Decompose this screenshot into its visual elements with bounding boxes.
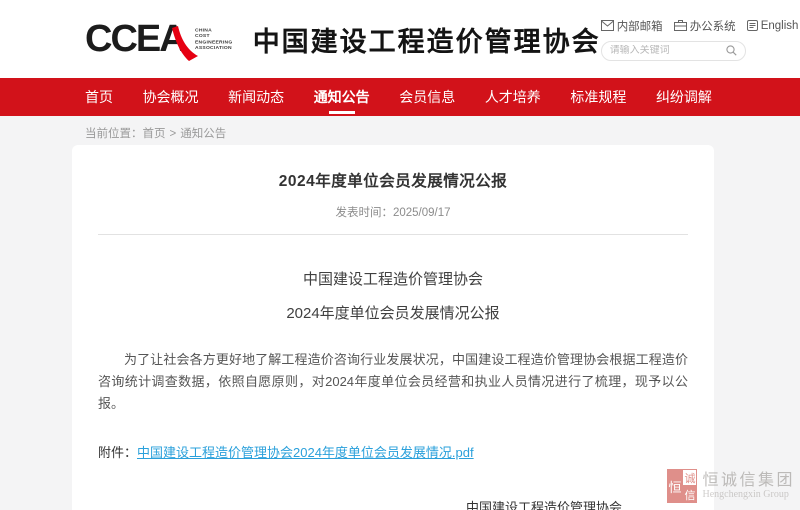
- main-nav: 首页 协会概况 新闻动态 通知公告 会员信息 人才培养 标准规程 纠纷调解: [0, 78, 800, 116]
- watermark-name-en: Hengchengxin Group: [702, 489, 795, 500]
- internal-mail-link[interactable]: 内部邮箱: [601, 18, 663, 34]
- translate-icon: [747, 20, 758, 31]
- ccea-logo-acronym: CCEA: [85, 20, 191, 58]
- search-icon[interactable]: [726, 45, 737, 56]
- nav-item-talent-training[interactable]: 人才培养: [485, 78, 541, 116]
- site-header: CCEA CHINA COST ENGINEERING ASSOCIATION …: [0, 0, 800, 78]
- article-heading-org: 中国建设工程造价管理协会: [98, 268, 688, 289]
- nav-item-standards[interactable]: 标准规程: [570, 78, 626, 116]
- nav-item-association-overview[interactable]: 协会概况: [143, 78, 199, 116]
- seal-char-top-right: 诚: [682, 469, 697, 486]
- watermark-text: 恒诚信集团 Hengchengxin Group: [702, 472, 795, 501]
- nav-item-home[interactable]: 首页: [85, 78, 113, 116]
- article-card: 2024年度单位会员发展情况公报 发表时间：2025/09/17 中国建设工程造…: [72, 145, 714, 510]
- internal-mail-label: 内部邮箱: [617, 18, 663, 34]
- signature-block: 中国建设工程造价管理协会 2025年9月17日: [428, 497, 660, 510]
- publish-time: 发表时间：2025/09/17: [98, 204, 688, 220]
- english-language-label: English: [761, 20, 799, 32]
- search-input[interactable]: [610, 45, 715, 56]
- breadcrumb-separator: >: [170, 128, 177, 140]
- nav-item-notices[interactable]: 通知公告: [314, 78, 370, 116]
- nav-item-member-info[interactable]: 会员信息: [399, 78, 455, 116]
- office-system-label: 办公系统: [690, 18, 736, 34]
- publish-time-label: 发表时间：: [335, 207, 393, 219]
- article-paragraph: 为了让社会各方更好地了解工程造价咨询行业发展状况，中国建设工程造价管理协会根据工…: [98, 349, 688, 415]
- publish-time-value: 2025/09/17: [393, 207, 451, 219]
- mail-icon: [601, 20, 614, 31]
- watermark-name-cn: 恒诚信集团: [702, 472, 795, 490]
- org-name-title: 中国建设工程造价管理协会: [253, 20, 601, 59]
- logo-subtext-line: ASSOCIATION: [195, 45, 225, 51]
- search-box: [601, 41, 746, 61]
- briefcase-icon: [674, 20, 687, 31]
- quick-links: 内部邮箱 办公系统 English: [601, 18, 799, 34]
- breadcrumb-home-link[interactable]: 首页: [143, 128, 166, 140]
- article-title: 2024年度单位会员发展情况公报: [98, 169, 688, 191]
- attachment-pdf-link[interactable]: 中国建设工程造价管理协会2024年度单位会员发展情况.pdf: [137, 445, 474, 460]
- signature-org: 中国建设工程造价管理协会: [428, 497, 660, 510]
- attachment-label: 附件：: [98, 445, 137, 460]
- ccea-logo-subtext: CHINA COST ENGINEERING ASSOCIATION: [195, 20, 243, 58]
- ccea-logo-text: CCEA: [85, 18, 185, 60]
- office-system-link[interactable]: 办公系统: [674, 18, 736, 34]
- hengchengxin-seal-icon: 恒 诚 信: [667, 469, 697, 503]
- seal-char-left: 恒: [667, 469, 682, 503]
- breadcrumb-current[interactable]: 通知公告: [180, 128, 226, 140]
- english-language-link[interactable]: English: [747, 20, 799, 32]
- breadcrumb-prefix: 当前位置：: [85, 128, 143, 140]
- nav-item-news[interactable]: 新闻动态: [228, 78, 284, 116]
- header-utility-area: 内部邮箱 办公系统 English: [601, 18, 799, 61]
- nav-item-dispute-mediation[interactable]: 纠纷调解: [656, 78, 712, 116]
- seal-char-bottom-right: 信: [682, 486, 697, 503]
- article-heading-subject: 2024年度单位会员发展情况公报: [98, 302, 688, 323]
- hengchengxin-watermark: 恒 诚 信 恒诚信集团 Hengchengxin Group: [667, 469, 795, 503]
- title-divider: [98, 234, 688, 235]
- attachment-row: 附件：中国建设工程造价管理协会2024年度单位会员发展情况.pdf: [98, 442, 688, 461]
- site-logo[interactable]: CCEA CHINA COST ENGINEERING ASSOCIATION …: [85, 20, 601, 59]
